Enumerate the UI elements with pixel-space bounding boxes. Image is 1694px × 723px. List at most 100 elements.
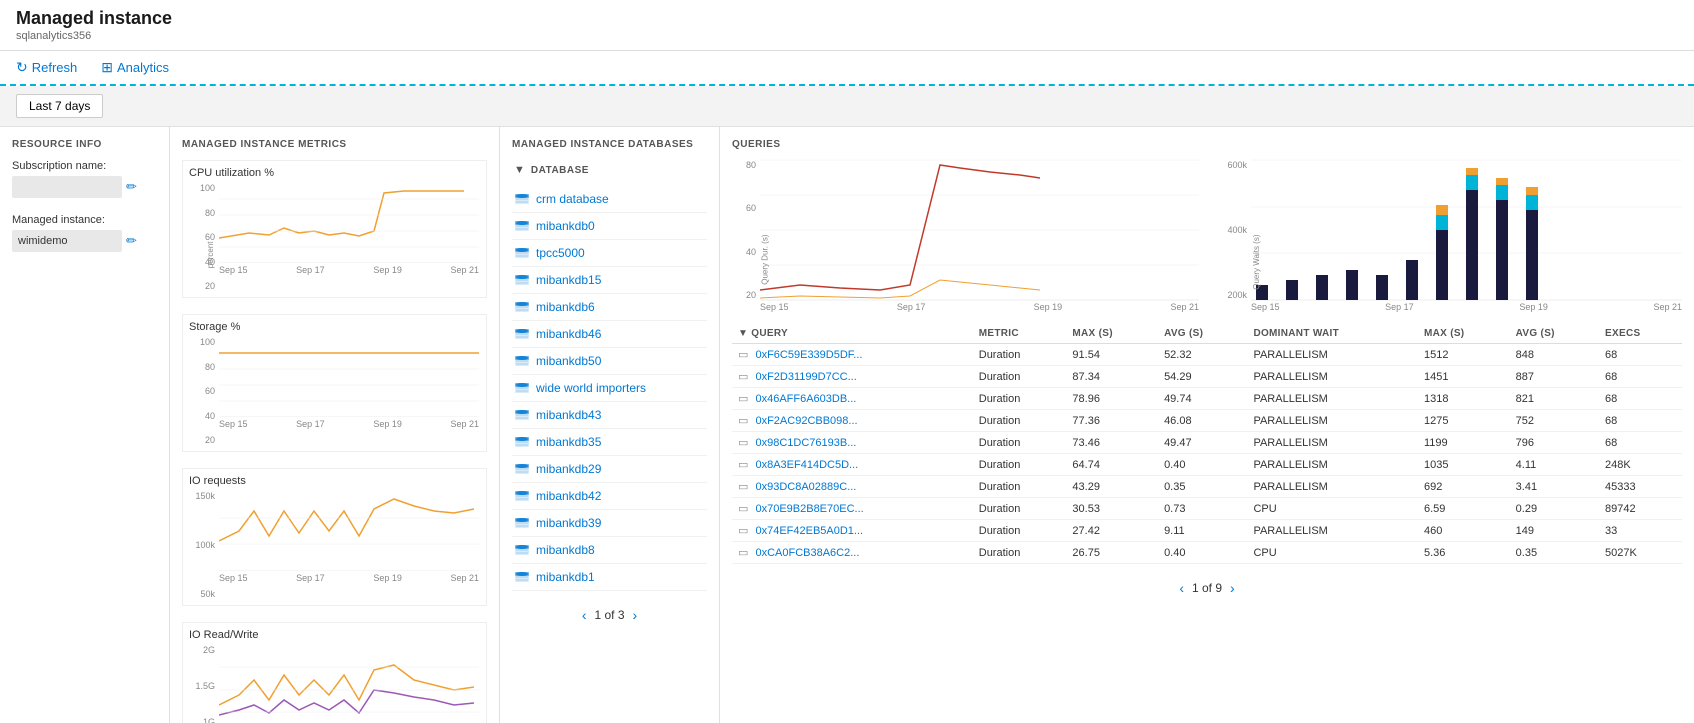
table-row[interactable]: ▭ 0x46AFF6A603DB... Duration 78.96 49.74…: [732, 388, 1682, 410]
dw-avg-cell: 848: [1510, 344, 1599, 366]
query-hash[interactable]: 0x70E9B2B8E70EC...: [755, 503, 863, 515]
dominant-wait-cell: PARALLELISM: [1247, 432, 1418, 454]
query-waits-chart-inner: 600k400k200k Query Waits (s): [1215, 160, 1682, 300]
dw-max-cell: 1035: [1418, 454, 1510, 476]
db-list-item[interactable]: wide world importers: [512, 375, 707, 402]
execs-cell: 5027K: [1599, 542, 1682, 564]
query-hash[interactable]: 0xCA0FCB38A6C2...: [755, 547, 859, 559]
query-cell: ▭ 0x93DC8A02889C...: [732, 476, 973, 498]
io-rw-title: IO Read/Write: [189, 629, 480, 641]
db-icon: [514, 326, 530, 342]
query-hash[interactable]: 0xF6C59E339D5DF...: [755, 349, 862, 361]
db-icon: [514, 299, 530, 315]
query-hash[interactable]: 0x74EF42EB5A0D1...: [755, 525, 863, 537]
query-cell: ▭ 0x74EF42EB5A0D1...: [732, 520, 973, 542]
query-icon: ▭: [738, 459, 748, 471]
table-row[interactable]: ▭ 0xF2AC92CBB098... Duration 77.36 46.08…: [732, 410, 1682, 432]
query-hash[interactable]: 0x98C1DC76193B...: [755, 437, 856, 449]
io-requests-title: IO requests: [189, 475, 480, 487]
subscription-edit-icon[interactable]: ✏: [126, 179, 137, 195]
max-cell: 64.74: [1066, 454, 1158, 476]
db-list-item[interactable]: mibankdb43: [512, 402, 707, 429]
dw-avg-cell: 3.41: [1510, 476, 1599, 498]
query-hash[interactable]: 0xF2D31199D7CC...: [755, 371, 856, 383]
storage-y-axis: 10080604020: [189, 337, 217, 445]
execs-cell: 68: [1599, 388, 1682, 410]
execs-cell: 68: [1599, 366, 1682, 388]
dw-max-cell: 5.36: [1418, 542, 1510, 564]
table-row[interactable]: ▭ 0x70E9B2B8E70EC... Duration 30.53 0.73…: [732, 498, 1682, 520]
execs-cell: 45333: [1599, 476, 1682, 498]
max-cell: 43.29: [1066, 476, 1158, 498]
db-list-item[interactable]: mibankdb39: [512, 510, 707, 537]
db-list-item[interactable]: crm database: [512, 186, 707, 213]
dominant-wait-cell: PARALLELISM: [1247, 410, 1418, 432]
metric-cell: Duration: [973, 366, 1067, 388]
storage-chart-title: Storage %: [189, 321, 480, 333]
db-list-item[interactable]: mibankdb1: [512, 564, 707, 591]
table-row[interactable]: ▭ 0x74EF42EB5A0D1... Duration 27.42 9.11…: [732, 520, 1682, 542]
db-name: mibankdb35: [536, 435, 601, 449]
db-icon: [514, 353, 530, 369]
dw-max-cell: 1275: [1418, 410, 1510, 432]
db-prev-page[interactable]: ‹: [582, 607, 587, 623]
qd-y-label: Query Dur. (s): [761, 235, 770, 285]
db-name: tpcc5000: [536, 246, 585, 260]
max-cell: 73.46: [1066, 432, 1158, 454]
queries-prev-page[interactable]: ‹: [1179, 580, 1184, 596]
db-list-item[interactable]: mibankdb29: [512, 456, 707, 483]
table-row[interactable]: ▭ 0x8A3EF414DC5D... Duration 64.74 0.40 …: [732, 454, 1682, 476]
dw-max-cell: 1318: [1418, 388, 1510, 410]
db-list-item[interactable]: mibankdb35: [512, 429, 707, 456]
db-icon: [514, 380, 530, 396]
metric-cell: Duration: [973, 476, 1067, 498]
max-cell: 26.75: [1066, 542, 1158, 564]
cpu-chart-svg: [219, 183, 479, 263]
table-row[interactable]: ▭ 0xCA0FCB38A6C2... Duration 26.75 0.40 …: [732, 542, 1682, 564]
queries-title: QUERIES: [732, 139, 1682, 150]
dominant-wait-cell: PARALLELISM: [1247, 476, 1418, 498]
dw-avg-cell: 4.11: [1510, 454, 1599, 476]
query-hash[interactable]: 0x8A3EF414DC5D...: [755, 459, 858, 471]
cpu-chart-title: CPU utilization %: [189, 167, 480, 179]
time-range-button[interactable]: Last 7 days: [16, 94, 103, 118]
query-hash[interactable]: 0x93DC8A02889C...: [755, 481, 856, 493]
table-row[interactable]: ▭ 0x93DC8A02889C... Duration 43.29 0.35 …: [732, 476, 1682, 498]
analytics-icon: ⊞: [101, 59, 113, 76]
db-list-item[interactable]: mibankdb42: [512, 483, 707, 510]
db-list-item[interactable]: mibankdb15: [512, 267, 707, 294]
execs-cell: 248K: [1599, 454, 1682, 476]
db-list-item[interactable]: mibankdb0: [512, 213, 707, 240]
query-icon: ▭: [738, 393, 748, 405]
table-row[interactable]: ▭ 0xF2D31199D7CC... Duration 87.34 54.29…: [732, 366, 1682, 388]
storage-chart-svg: [219, 337, 479, 417]
table-row[interactable]: ▭ 0xF6C59E339D5DF... Duration 91.54 52.3…: [732, 344, 1682, 366]
analytics-button[interactable]: ⊞ Analytics: [93, 55, 177, 80]
db-icon: [514, 569, 530, 585]
query-hash[interactable]: 0x46AFF6A603DB...: [755, 393, 856, 405]
db-name: mibankdb15: [536, 273, 601, 287]
execs-cell: 68: [1599, 344, 1682, 366]
db-list-item[interactable]: mibankdb50: [512, 348, 707, 375]
qd-y-axis: 80604020: [732, 160, 760, 300]
queries-next-page[interactable]: ›: [1230, 580, 1235, 596]
db-list-item[interactable]: mibankdb46: [512, 321, 707, 348]
io-requests-chart: IO requests 150k100k50k Sep 15Sep 17Sep …: [182, 468, 487, 606]
table-row[interactable]: ▭ 0x98C1DC76193B... Duration 73.46 49.47…: [732, 432, 1682, 454]
query-hash[interactable]: 0xF2AC92CBB098...: [755, 415, 857, 427]
dw-avg-cell: 796: [1510, 432, 1599, 454]
db-next-page[interactable]: ›: [633, 607, 638, 623]
query-icon: ▭: [738, 481, 748, 493]
metric-cell: Duration: [973, 388, 1067, 410]
queries-panel: QUERIES 80604020 Query Dur. (s): [720, 127, 1694, 723]
query-duration-chart-inner: 80604020 Query Dur. (s): [732, 160, 1199, 300]
refresh-button[interactable]: ↻ Refresh: [8, 55, 85, 80]
cpu-chart-wrap: 10080604020 percent Sep 15Sep 17Sep 19Se…: [189, 183, 480, 291]
db-list-item[interactable]: mibankdb8: [512, 537, 707, 564]
qw-svg: [1251, 160, 1682, 300]
managed-instance-edit-icon[interactable]: ✏: [126, 233, 137, 249]
query-filter-icon: ▼: [738, 328, 748, 339]
db-list-item[interactable]: tpcc5000: [512, 240, 707, 267]
io-requests-wrap: 150k100k50k Sep 15Sep 17Sep 19Sep 21: [189, 491, 480, 599]
db-list-item[interactable]: mibankdb6: [512, 294, 707, 321]
